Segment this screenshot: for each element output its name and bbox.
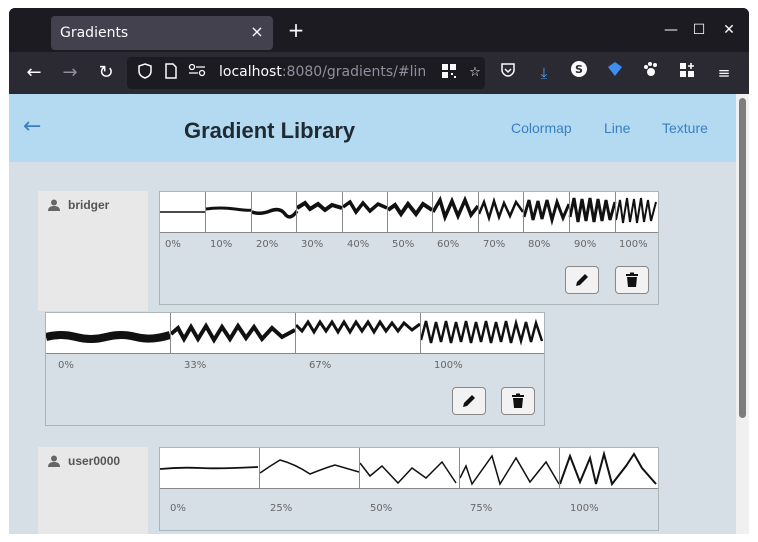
tick-label: 100% [434, 360, 463, 371]
navigation-toolbar: ← → ↻ localhost:8080/gradients/#lin ☆ ⤓ … [9, 52, 749, 94]
gradient-cell [252, 192, 297, 232]
downloads-icon[interactable]: ⤓ [531, 60, 557, 86]
gradient-cell [570, 192, 616, 232]
permissions-icon[interactable] [187, 63, 207, 83]
tick-label: 33% [184, 360, 207, 371]
user-name: bridger [68, 198, 110, 212]
delete-button[interactable] [615, 266, 649, 294]
trash-icon [626, 272, 638, 287]
page-content: ← Gradient Library Colormap Line Texture… [9, 94, 749, 534]
tick-label: 10% [210, 239, 233, 250]
tick-label: 100% [619, 239, 648, 250]
tick-label: 20% [256, 239, 279, 250]
gradient-cell [479, 192, 524, 232]
tick-label: 0% [170, 503, 186, 514]
tick-label: 75% [470, 503, 493, 514]
pencil-icon [463, 395, 475, 407]
pocket-icon[interactable] [495, 60, 521, 86]
tick-label: 25% [270, 503, 293, 514]
new-tab-button[interactable]: + [285, 19, 307, 41]
nav-link-colormap[interactable]: Colormap [511, 120, 572, 136]
tick-label: 90% [574, 239, 597, 250]
tick-label: 80% [528, 239, 551, 250]
browser-window: Gradients × + — ☐ ✕ ← → ↻ localhost:8080… [9, 8, 749, 534]
back-icon[interactable]: ← [21, 60, 47, 86]
tick-label: 67% [309, 360, 332, 371]
nav-link-line[interactable]: Line [604, 120, 630, 136]
delete-button[interactable] [501, 387, 535, 415]
tab-gradients[interactable]: Gradients × [51, 16, 273, 50]
tick-label: 60% [437, 239, 460, 250]
minimize-icon[interactable]: — [659, 18, 683, 42]
url-bar[interactable]: localhost:8080/gradients/#lin ☆ [127, 57, 485, 89]
gradient-cell [460, 448, 560, 488]
nav-link-texture[interactable]: Texture [662, 120, 708, 136]
gradient-strip[interactable] [160, 448, 658, 489]
gradient-cell [524, 192, 570, 232]
gradient-card: 0% 33% 67% 100% [45, 312, 545, 426]
gradient-strip[interactable] [46, 313, 544, 354]
page-scrollbar[interactable] [736, 94, 749, 534]
reload-icon[interactable]: ↻ [93, 60, 119, 86]
tick-label: 70% [483, 239, 506, 250]
tick-label: 0% [58, 360, 74, 371]
user-icon [48, 199, 60, 211]
close-window-icon[interactable]: ✕ [717, 18, 741, 42]
url-host: localhost [219, 64, 282, 80]
tick-label: 0% [165, 239, 181, 250]
gradient-card: 0% 25% 50% 75% 100% [159, 447, 659, 531]
user-card: bridger [38, 191, 148, 311]
tick-label: 30% [301, 239, 324, 250]
tab-close-icon[interactable]: × [247, 22, 267, 42]
gradient-cell [160, 448, 260, 488]
tick-label: 100% [570, 503, 599, 514]
pencil-icon [576, 274, 588, 286]
user-name: user0000 [68, 454, 121, 468]
maximize-icon[interactable]: ☐ [687, 18, 711, 42]
extension-s-icon[interactable]: S [566, 60, 592, 86]
page-icon[interactable] [161, 63, 181, 83]
url-text[interactable]: localhost:8080/gradients/#lin [219, 64, 425, 80]
bookmark-star-icon[interactable]: ☆ [465, 63, 485, 83]
gradient-cell [171, 313, 296, 353]
gradient-cell [343, 192, 388, 232]
page-title: Gradient Library [184, 118, 356, 143]
url-path: :8080/gradients/#lin [281, 64, 425, 80]
user-card: user0000 [38, 447, 148, 534]
user-icon [48, 455, 60, 467]
gradient-cell [297, 192, 343, 232]
edit-button[interactable] [565, 266, 599, 294]
tab-title: Gradients [60, 25, 129, 41]
back-arrow-icon[interactable]: ← [23, 114, 49, 140]
gradient-cell [46, 313, 171, 353]
gradient-cell [360, 448, 460, 488]
gradient-cell [206, 192, 252, 232]
forward-icon[interactable]: → [57, 60, 83, 86]
tick-label: 50% [370, 503, 393, 514]
gradient-strip[interactable] [160, 192, 658, 233]
shield-icon[interactable] [135, 63, 155, 83]
tick-label: 40% [347, 239, 370, 250]
trash-icon [512, 393, 524, 408]
extensions-puzzle-icon[interactable] [674, 60, 700, 86]
edit-button[interactable] [452, 387, 486, 415]
extension-paw-icon[interactable] [638, 60, 664, 86]
gradient-card: 0% 10% 20% 30% 40% 50% 60% 70% 80% 90% 1… [159, 191, 659, 305]
gradient-cell [296, 313, 421, 353]
extension-blue-icon[interactable] [602, 60, 628, 86]
gradient-cell [433, 192, 479, 232]
qr-icon[interactable] [439, 63, 459, 83]
svg-text:S: S [575, 63, 583, 76]
app-header: ← Gradient Library Colormap Line Texture [9, 94, 736, 162]
gradient-cell [260, 448, 360, 488]
gradient-cell [388, 192, 433, 232]
gradient-cell [160, 192, 206, 232]
scrollbar-thumb[interactable] [739, 98, 746, 418]
menu-icon[interactable]: ≡ [711, 60, 737, 86]
tab-bar: Gradients × + — ☐ ✕ [9, 8, 749, 52]
tick-label: 50% [392, 239, 415, 250]
